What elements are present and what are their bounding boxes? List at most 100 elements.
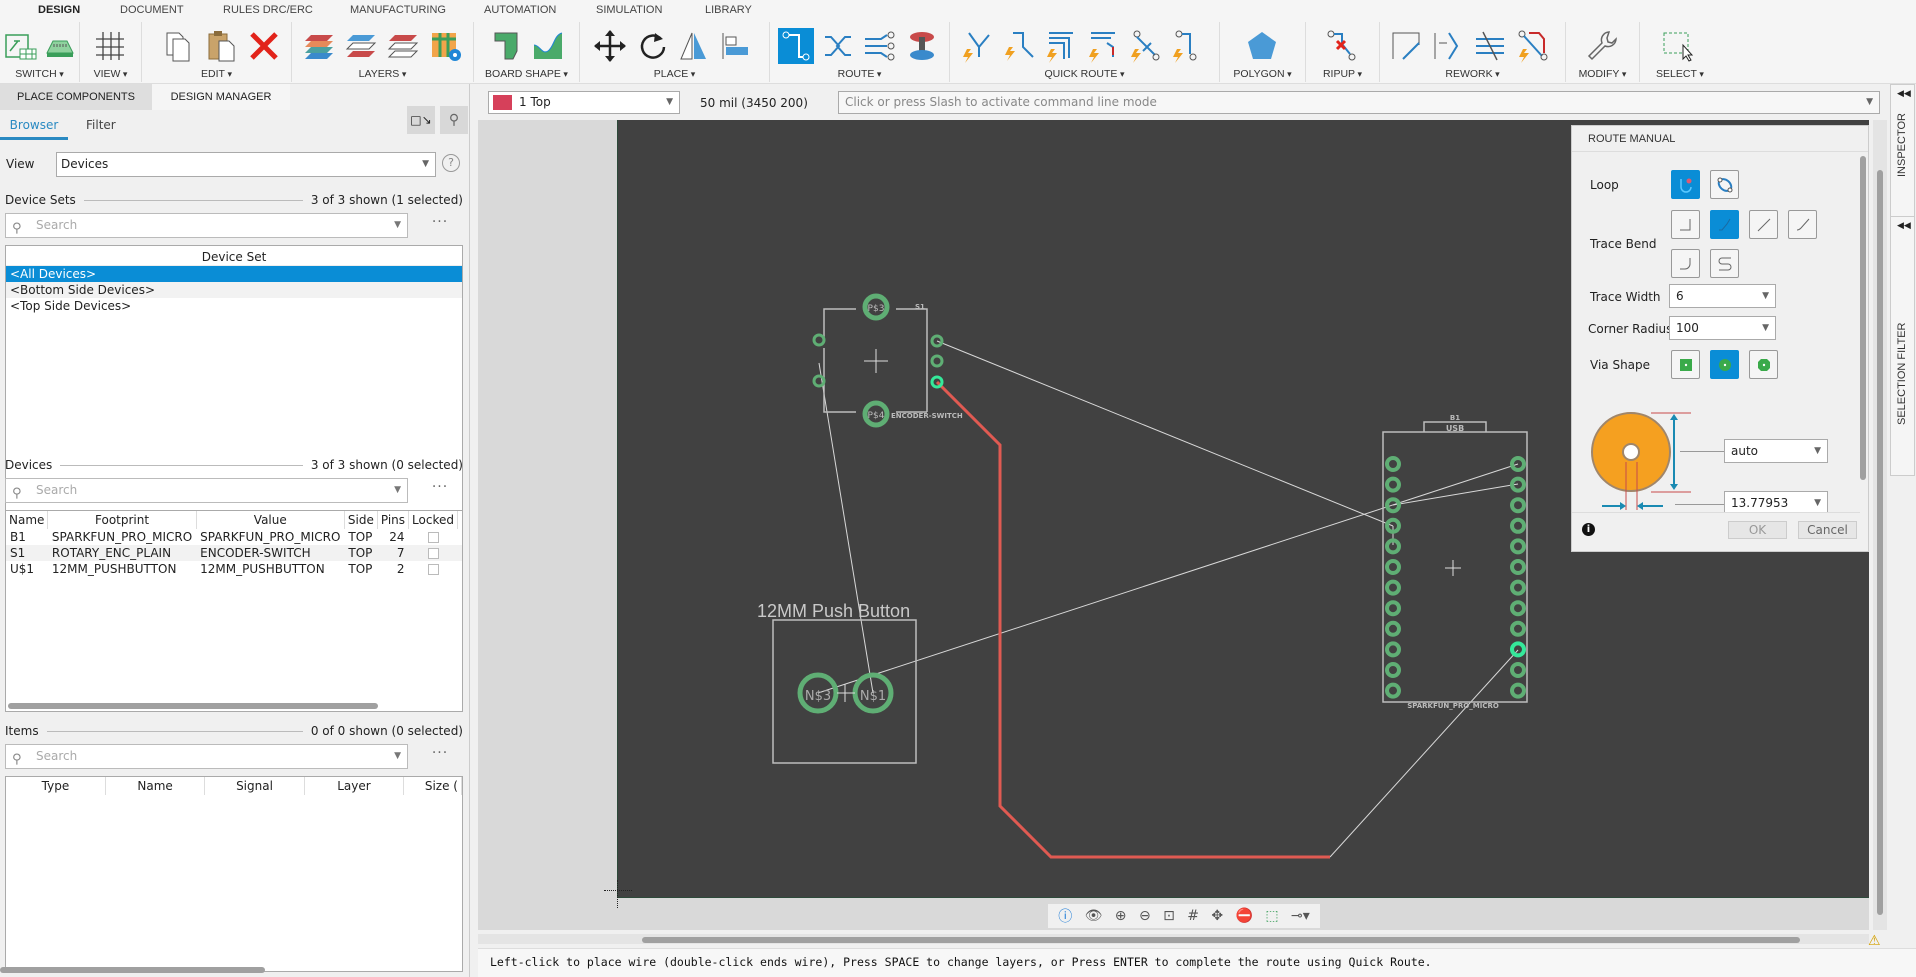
stop-icon[interactable]: ⛔: [1236, 908, 1253, 924]
column-side[interactable]: Side: [344, 511, 378, 529]
crosshair-icon[interactable]: ✥: [1211, 908, 1223, 924]
column-pins[interactable]: Pins: [377, 511, 410, 529]
canvas-vscrollbar[interactable]: [1877, 170, 1883, 915]
zoom-in-icon[interactable]: ⊕: [1115, 908, 1127, 924]
pad[interactable]: [1510, 600, 1526, 617]
left-panel-hscrollbar[interactable]: [0, 967, 265, 973]
tab-design-manager[interactable]: DESIGN MANAGER: [152, 84, 290, 110]
column-layer[interactable]: Layer: [304, 777, 405, 795]
pushbutton-u1[interactable]: 12MM Push Button N$3 N$1: [757, 601, 917, 764]
table-row[interactable]: S1 ROTARY_ENC_PLAIN ENCODER-SWITCH TOP 7…: [6, 545, 462, 561]
board-spline-icon[interactable]: [530, 28, 566, 64]
route-options-icon[interactable]: ⊸▾: [1291, 908, 1310, 924]
column-size[interactable]: Size (: [403, 777, 462, 795]
routed-trace[interactable]: [935, 380, 1330, 859]
items-search[interactable]: ⚲ Search ▼: [5, 744, 408, 769]
locked-checkbox[interactable]: [427, 548, 439, 559]
move-icon[interactable]: [592, 28, 628, 64]
table-row[interactable]: B1 SPARKFUN_PRO_MICRO SPARKFUN_PRO_MICRO…: [6, 529, 462, 545]
command-line-input[interactable]: Click or press Slash to activate command…: [838, 91, 1880, 114]
delete-icon[interactable]: [246, 28, 282, 64]
pad[interactable]: [1385, 682, 1401, 699]
zoom-out-icon[interactable]: ⊖: [1139, 908, 1151, 924]
quick-route-signal-icon[interactable]: [1000, 28, 1036, 64]
column-type[interactable]: Type: [6, 777, 106, 795]
info-icon[interactable]: i: [1582, 523, 1595, 536]
pad[interactable]: [1510, 579, 1526, 596]
pad[interactable]: [1385, 579, 1401, 596]
pad[interactable]: [1385, 476, 1401, 493]
zoom-to-selection-button[interactable]: ⚲: [440, 106, 468, 134]
subtab-filter[interactable]: Filter: [86, 114, 116, 140]
select-in-canvas-button[interactable]: □↘: [407, 106, 435, 134]
pad[interactable]: [1385, 641, 1401, 658]
pad[interactable]: [1385, 662, 1401, 678]
tab-automation[interactable]: AUTOMATION: [484, 4, 556, 16]
table-row[interactable]: U$1 12MM_PUSHBUTTON 12MM_PUSHBUTTON TOP …: [6, 561, 462, 577]
via-square-button[interactable]: [1671, 350, 1700, 379]
board-outline-icon[interactable]: [490, 28, 526, 64]
rework-slide-icon[interactable]: [1430, 28, 1466, 64]
tab-document[interactable]: DOCUMENT: [120, 4, 184, 16]
group-label-edit[interactable]: EDIT: [142, 68, 291, 80]
rework-optimize-icon[interactable]: [1514, 28, 1550, 64]
column-position[interactable]: P: [457, 511, 462, 529]
active-pad[interactable]: [1510, 641, 1526, 658]
layers-icon[interactable]: [302, 28, 338, 64]
trace-width-select[interactable]: 6 ▼: [1669, 284, 1776, 308]
devices-more-button[interactable]: ···: [425, 479, 455, 505]
rotate-icon[interactable]: [634, 28, 670, 64]
group-label-board-shape[interactable]: BOARD SHAPE: [474, 68, 579, 80]
route-multiple-icon[interactable]: [862, 28, 898, 64]
group-label-polygon[interactable]: POLYGON: [1220, 68, 1305, 80]
layers-visible-icon[interactable]: [344, 28, 380, 64]
via-octagon-button[interactable]: [1749, 350, 1778, 379]
cancel-button[interactable]: Cancel: [1798, 521, 1857, 539]
tab-place-components[interactable]: PLACE COMPONENTS: [0, 84, 152, 110]
group-label-quick-route[interactable]: QUICK ROUTE: [950, 68, 1219, 80]
group-label-layers[interactable]: LAYERS: [292, 68, 473, 80]
pad[interactable]: [1385, 456, 1401, 472]
pad[interactable]: [1510, 620, 1526, 637]
pad[interactable]: [1510, 476, 1526, 493]
rework-split-icon[interactable]: [1472, 28, 1508, 64]
group-label-route[interactable]: ROUTE: [770, 68, 949, 80]
group-label-modify[interactable]: MODIFY: [1566, 68, 1639, 80]
selection-filter-tab[interactable]: ◀◀ SELECTION FILTER: [1890, 216, 1915, 476]
info-icon[interactable]: ⓘ: [1058, 906, 1072, 926]
pad[interactable]: [1510, 497, 1526, 514]
eye-icon[interactable]: 👁: [1085, 908, 1103, 924]
column-device-set[interactable]: Device Set: [6, 246, 462, 266]
ripup-icon[interactable]: [1324, 28, 1360, 64]
select-icon[interactable]: [1660, 28, 1696, 64]
pad[interactable]: [1385, 620, 1401, 637]
column-name[interactable]: Name: [105, 777, 206, 795]
group-label-view[interactable]: VIEW: [80, 68, 141, 80]
tab-library[interactable]: LIBRARY: [705, 4, 752, 16]
switch-schematic-icon[interactable]: [3, 28, 39, 64]
bend-any-button[interactable]: [1749, 210, 1778, 239]
pad[interactable]: [1385, 559, 1401, 575]
list-item[interactable]: <All Devices>: [6, 266, 462, 282]
layer-select[interactable]: 1 Top ▼: [488, 91, 680, 114]
column-locked[interactable]: Locked: [408, 511, 458, 529]
column-signal[interactable]: Signal: [204, 777, 305, 795]
warning-icon[interactable]: ⚠: [1868, 933, 1881, 949]
devices-search[interactable]: ⚲ Search ▼: [5, 478, 408, 503]
paste-icon[interactable]: [204, 28, 240, 64]
zoom-fit-icon[interactable]: ⊡: [1163, 908, 1175, 924]
pad[interactable]: [1385, 600, 1401, 617]
corner-radius-select[interactable]: 100 ▼: [1669, 316, 1776, 340]
rework-miter-icon[interactable]: [1388, 28, 1424, 64]
pad[interactable]: [1510, 517, 1526, 534]
quick-route-multiple-icon[interactable]: [1042, 28, 1078, 64]
copy-icon[interactable]: [162, 28, 198, 64]
group-label-rework[interactable]: REWORK: [1380, 68, 1565, 80]
inspector-tab[interactable]: ◀◀ INSPECTOR: [1890, 84, 1915, 234]
quick-route-all-icon[interactable]: [1084, 28, 1120, 64]
pad[interactable]: [1510, 662, 1526, 678]
group-label-place[interactable]: PLACE: [580, 68, 769, 80]
canvas-hscrollbar[interactable]: [642, 937, 1800, 943]
via-diameter-select[interactable]: auto ▼: [1724, 439, 1828, 463]
column-footprint[interactable]: Footprint: [47, 511, 197, 529]
